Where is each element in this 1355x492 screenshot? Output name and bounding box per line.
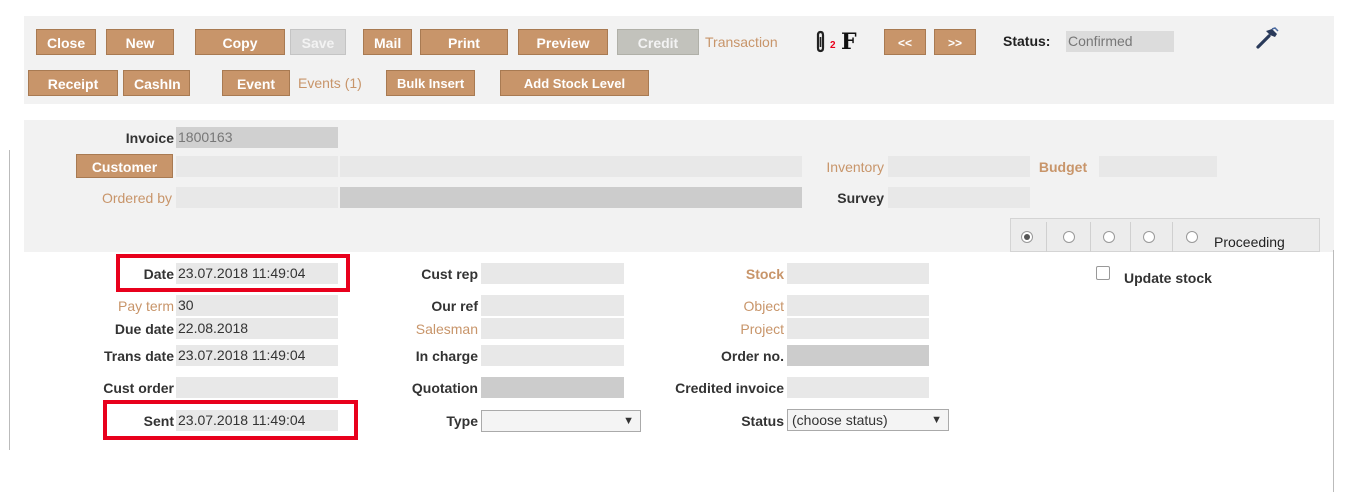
stock-field[interactable]: [787, 263, 929, 284]
cust-rep-label: Cust rep: [421, 266, 478, 282]
type-label: Type: [446, 413, 478, 429]
tab-radio-3[interactable]: [1103, 231, 1115, 243]
tab-radio-proceeding[interactable]: [1186, 231, 1198, 243]
mail-button[interactable]: Mail: [363, 29, 413, 55]
customer-code-field[interactable]: [176, 156, 338, 177]
next-button[interactable]: >>: [934, 29, 976, 55]
cust-order-label: Cust order: [103, 380, 174, 396]
hammer-icon[interactable]: [1254, 25, 1280, 51]
receipt-button[interactable]: Receipt: [28, 70, 118, 96]
preview-button[interactable]: Preview: [518, 29, 608, 55]
ordered-by-field[interactable]: [176, 187, 338, 208]
credited-invoice-label: Credited invoice: [675, 380, 784, 396]
credit-button[interactable]: Credit: [617, 29, 699, 55]
update-stock-checkbox[interactable]: [1096, 266, 1110, 280]
customer-button[interactable]: Customer: [76, 154, 173, 178]
date-highlight: [116, 254, 350, 292]
due-date-label: Due date: [114, 321, 174, 337]
type-select[interactable]: ▼: [481, 410, 641, 432]
tab-radio-1[interactable]: [1021, 231, 1033, 243]
tab-radio-4[interactable]: [1143, 231, 1155, 243]
tab-radio-2[interactable]: [1063, 231, 1075, 243]
survey-field[interactable]: [888, 187, 1030, 208]
status-select[interactable]: (choose status) ▼: [787, 409, 949, 431]
sent-highlight: [103, 400, 358, 440]
update-stock-label[interactable]: Update stock: [1124, 270, 1212, 286]
bulk-insert-button[interactable]: Bulk Insert: [386, 70, 476, 96]
status-value: Confirmed: [1066, 31, 1174, 52]
new-button[interactable]: New: [106, 29, 174, 55]
cust-order-field[interactable]: [176, 377, 338, 398]
pay-term-label[interactable]: Pay term: [80, 298, 174, 314]
tab-divider: [1090, 222, 1091, 252]
trans-date-field[interactable]: 23.07.2018 11:49:04: [176, 345, 338, 366]
right-border: [1333, 250, 1334, 492]
close-button[interactable]: Close: [36, 29, 97, 55]
stock-label[interactable]: Stock: [680, 266, 784, 282]
left-border: [9, 150, 10, 450]
status-field-label: Status: [741, 413, 784, 429]
pay-term-field[interactable]: 30: [176, 295, 338, 316]
cashin-button[interactable]: CashIn: [123, 70, 190, 96]
chevron-down-icon: ▼: [931, 414, 942, 426]
trans-date-label: Trans date: [103, 348, 174, 364]
our-ref-label: Our ref: [431, 298, 478, 314]
object-field[interactable]: [787, 295, 929, 316]
in-charge-label: In charge: [415, 348, 478, 364]
order-no-label: Order no.: [720, 348, 784, 364]
salesman-field[interactable]: [481, 318, 624, 339]
attachment-count: 2: [830, 40, 836, 51]
inventory-field[interactable]: [888, 156, 1030, 177]
invoice-label: Invoice: [125, 130, 174, 146]
invoice-field[interactable]: 1800163: [176, 127, 338, 148]
due-date-field[interactable]: 22.08.2018: [176, 318, 338, 339]
paperclip-icon[interactable]: [810, 30, 832, 54]
cust-rep-field[interactable]: [481, 263, 624, 284]
tab-divider: [1130, 222, 1131, 252]
project-label[interactable]: Project: [680, 321, 784, 337]
events-link[interactable]: Events (1): [298, 75, 362, 91]
object-label[interactable]: Object: [680, 298, 784, 314]
print-button[interactable]: Print: [420, 29, 508, 55]
f-icon[interactable]: F: [841, 29, 857, 55]
in-charge-field[interactable]: [481, 345, 624, 366]
ordered-by-name-field[interactable]: [340, 187, 802, 208]
tab-proceeding-label[interactable]: Proceeding: [1214, 234, 1285, 250]
budget-field[interactable]: [1099, 156, 1217, 177]
budget-label[interactable]: Budget: [1030, 159, 1096, 175]
survey-label: Survey: [837, 190, 884, 206]
salesman-label[interactable]: Salesman: [380, 321, 478, 337]
our-ref-field[interactable]: [481, 295, 624, 316]
quotation-label: Quotation: [411, 380, 478, 396]
order-no-field[interactable]: [787, 345, 929, 366]
credited-invoice-field[interactable]: [787, 377, 929, 398]
status-select-value: (choose status): [792, 412, 888, 428]
transaction-link[interactable]: Transaction: [705, 34, 778, 50]
tab-divider: [1172, 222, 1173, 252]
chevron-down-icon: ▼: [623, 415, 634, 427]
prev-button[interactable]: <<: [884, 29, 926, 55]
customer-name-field[interactable]: [340, 156, 802, 177]
tab-divider: [1046, 222, 1047, 252]
event-button[interactable]: Event: [222, 70, 290, 96]
ordered-by-label[interactable]: Ordered by: [80, 190, 172, 206]
add-stock-level-button[interactable]: Add Stock Level: [500, 70, 649, 96]
project-field[interactable]: [787, 318, 929, 339]
quotation-field[interactable]: [481, 377, 624, 398]
copy-button[interactable]: Copy: [195, 29, 285, 55]
save-button[interactable]: Save: [290, 29, 346, 55]
status-label: Status:: [1003, 33, 1051, 49]
inventory-label[interactable]: Inventory: [800, 159, 884, 175]
